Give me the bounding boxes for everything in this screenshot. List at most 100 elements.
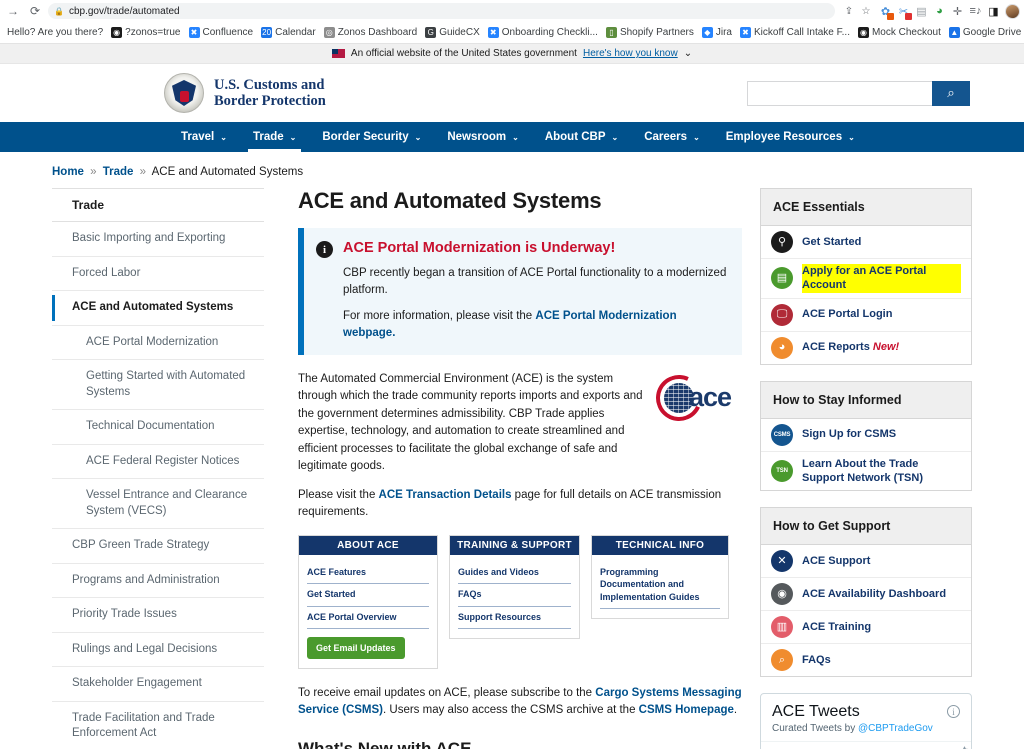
nav-item-label: Newsroom bbox=[447, 131, 506, 143]
bookmark-item[interactable]: ◉Mock Checkout bbox=[855, 26, 944, 39]
breadcrumb-home[interactable]: Home bbox=[52, 166, 84, 178]
bookmark-favicon-icon: ✖ bbox=[488, 27, 499, 38]
rail-link-row[interactable]: ⚲Get Started bbox=[761, 226, 971, 259]
bookmark-label: Zonos Dashboard bbox=[338, 27, 418, 38]
card-link[interactable]: Support Resources bbox=[458, 607, 571, 629]
bookmark-favicon-icon: ◉ bbox=[858, 27, 869, 38]
bookmark-label: Mock Checkout bbox=[872, 27, 941, 38]
sidebar-item-rulings-and-legal-decisions[interactable]: Rulings and Legal Decisions bbox=[52, 633, 264, 668]
whats-new-heading: What's New with ACE bbox=[298, 739, 742, 749]
tweet-item[interactable]: CBP Office of Trade ✓ @CBPTradeGov 🐦 Get… bbox=[761, 741, 971, 749]
bookmark-item[interactable]: GGuideCX bbox=[422, 26, 483, 39]
tweets-handle-link[interactable]: @CBPTradeGov bbox=[858, 723, 933, 734]
bookmark-item[interactable]: ▯Shopify Partners bbox=[603, 26, 697, 39]
rail-row-icon: TSN bbox=[771, 460, 793, 482]
csms-homepage-link[interactable]: CSMS Homepage bbox=[639, 704, 734, 716]
rail-link-row[interactable]: 🖵ACE Portal Login bbox=[761, 299, 971, 332]
extension-green-shield-icon[interactable]: ◕ bbox=[932, 4, 947, 19]
info-icon: i bbox=[316, 241, 333, 258]
extensions-puzzle-icon[interactable]: ✛ bbox=[950, 4, 965, 19]
rail-row-label: ACE Portal Login bbox=[802, 307, 892, 321]
rail-link-row[interactable]: ✕ACE Support bbox=[761, 545, 971, 578]
rail-link-row[interactable]: ▤Apply for an ACE Portal Account bbox=[761, 259, 971, 299]
rail-link-row[interactable]: ◉ACE Availability Dashboard bbox=[761, 578, 971, 611]
ace-transaction-details-link[interactable]: ACE Transaction Details bbox=[379, 489, 512, 501]
sidebar-item-stakeholder-engagement[interactable]: Stakeholder Engagement bbox=[52, 667, 264, 702]
bookmark-item[interactable]: ▲Google Drive bbox=[946, 26, 1024, 39]
extension-gray-icon[interactable]: ▤ bbox=[914, 4, 929, 19]
sidebar-item-technical-documentation[interactable]: Technical Documentation bbox=[52, 410, 264, 445]
bookmark-label: Google Drive bbox=[963, 27, 1021, 38]
card-link[interactable]: FAQs bbox=[458, 584, 571, 606]
forward-button[interactable]: → bbox=[4, 2, 22, 20]
alert-title: ACE Portal Modernization is Underway! bbox=[343, 240, 728, 256]
extension-clip-red-icon[interactable]: ✂ bbox=[896, 4, 911, 19]
bookmark-item[interactable]: ◎Zonos Dashboard bbox=[321, 26, 421, 39]
bookmark-item[interactable]: 20Calendar bbox=[258, 26, 319, 39]
profile-avatar[interactable] bbox=[1005, 4, 1020, 19]
sidebar-item-priority-trade-issues[interactable]: Priority Trade Issues bbox=[52, 598, 264, 633]
breadcrumb: Home » Trade » ACE and Automated Systems bbox=[0, 152, 1024, 188]
sidebar-item-label: Programs and Administration bbox=[72, 574, 220, 586]
nav-item-label: Trade bbox=[253, 131, 284, 143]
sidebar-item-vessel-entrance-and-clearance-system-vecs[interactable]: Vessel Entrance and Clearance System (VE… bbox=[52, 479, 264, 529]
rail-link-row[interactable]: TSNLearn About the Trade Support Network… bbox=[761, 452, 971, 491]
split-view-icon[interactable]: ◨ bbox=[986, 4, 1001, 19]
breadcrumb-trade[interactable]: Trade bbox=[103, 166, 134, 178]
bookmark-item[interactable]: ✖Kickoff Call Intake F... bbox=[737, 26, 853, 39]
intro-paragraph: The Automated Commercial Environment (AC… bbox=[298, 371, 646, 476]
breadcrumb-sep-1: » bbox=[90, 166, 96, 178]
bookmark-item[interactable]: ◉?zonos=true bbox=[108, 26, 183, 39]
card-link[interactable]: Programming Documentation and Implementa… bbox=[600, 562, 720, 608]
how-you-know-link[interactable]: Here's how you know bbox=[583, 48, 678, 59]
bookmark-favicon-icon: ◉ bbox=[111, 27, 122, 38]
card-link[interactable]: ACE Features bbox=[307, 562, 429, 584]
nav-item-employee-resources[interactable]: Employee Resources⌄ bbox=[713, 122, 868, 152]
search-input[interactable] bbox=[747, 81, 932, 106]
brand-logo[interactable]: U.S. Customs and Border Protection bbox=[164, 73, 326, 113]
search-button[interactable]: ⌕ bbox=[932, 81, 970, 106]
rail-link-row[interactable]: ⌕FAQs bbox=[761, 644, 971, 676]
nav-item-newsroom[interactable]: Newsroom⌄ bbox=[434, 122, 532, 152]
bookmark-item[interactable]: Hello? Are you there? bbox=[4, 26, 106, 39]
sidebar-item-cbp-green-trade-strategy[interactable]: CBP Green Trade Strategy bbox=[52, 529, 264, 564]
card-link[interactable]: ACE Portal Overview bbox=[307, 607, 429, 629]
bookmark-item[interactable]: ◆Jira bbox=[699, 26, 735, 39]
nav-item-trade[interactable]: Trade⌄ bbox=[240, 122, 309, 152]
share-icon[interactable]: ⇪ bbox=[841, 3, 857, 19]
rail-link-row[interactable]: ◕ACE Reports New! bbox=[761, 332, 971, 364]
get-email-updates-button[interactable]: Get Email Updates bbox=[307, 637, 405, 659]
nav-item-about-cbp[interactable]: About CBP⌄ bbox=[532, 122, 631, 152]
alert-banner: i ACE Portal Modernization is Underway! … bbox=[298, 228, 742, 355]
extension-gear-orange-icon[interactable]: ✿ bbox=[878, 4, 893, 19]
resource-card: TECHNICAL INFOProgramming Documentation … bbox=[591, 535, 729, 618]
sidebar-item-programs-and-administration[interactable]: Programs and Administration bbox=[52, 564, 264, 599]
alert-paragraph-2: For more information, please visit the A… bbox=[343, 308, 728, 343]
rail-link-row[interactable]: ▥ACE Training bbox=[761, 611, 971, 644]
sidebar-item-forced-labor[interactable]: Forced Labor bbox=[52, 257, 264, 292]
nav-item-careers[interactable]: Careers⌄ bbox=[631, 122, 713, 152]
tweets-subtitle: Curated Tweets by @CBPTradeGov bbox=[772, 723, 960, 734]
sidebar-item-trade-facilitation-and-trade-enforcement-act[interactable]: Trade Facilitation and Trade Enforcement… bbox=[52, 702, 264, 749]
reading-list-icon[interactable]: ≡♪ bbox=[968, 4, 983, 19]
nav-item-travel[interactable]: Travel⌄ bbox=[168, 122, 240, 152]
sidebar-item-ace-and-automated-systems[interactable]: ACE and Automated Systems bbox=[52, 291, 264, 326]
card-link[interactable]: Get Started bbox=[307, 584, 429, 606]
sidebar-item-basic-importing-and-exporting[interactable]: Basic Importing and Exporting bbox=[52, 222, 264, 257]
nav-item-label: About CBP bbox=[545, 131, 606, 143]
address-bar[interactable]: 🔒 cbp.gov/trade/automated bbox=[48, 3, 835, 19]
bookmark-item[interactable]: ✖Confluence bbox=[186, 26, 257, 39]
sidebar-item-ace-portal-modernization[interactable]: ACE Portal Modernization bbox=[52, 326, 264, 361]
sidebar-item-getting-started-with-automated-systems[interactable]: Getting Started with Automated Systems bbox=[52, 360, 264, 410]
bookmark-star-icon[interactable]: ☆ bbox=[858, 3, 874, 19]
reload-button[interactable]: ⟳ bbox=[26, 2, 44, 20]
rail-link-row[interactable]: CSMSSign Up for CSMS bbox=[761, 419, 971, 452]
sidebar-item-ace-federal-register-notices[interactable]: ACE Federal Register Notices bbox=[52, 445, 264, 480]
bookmark-favicon-icon: G bbox=[425, 27, 436, 38]
chevron-down-icon[interactable]: ⌄ bbox=[684, 48, 692, 59]
bookmark-item[interactable]: ✖Onboarding Checkli... bbox=[485, 26, 601, 39]
nav-item-border-security[interactable]: Border Security⌄ bbox=[309, 122, 434, 152]
left-sidebar: Trade Basic Importing and ExportingForce… bbox=[52, 188, 264, 749]
card-link[interactable]: Guides and Videos bbox=[458, 562, 571, 584]
bookmark-favicon-icon: ◆ bbox=[702, 27, 713, 38]
